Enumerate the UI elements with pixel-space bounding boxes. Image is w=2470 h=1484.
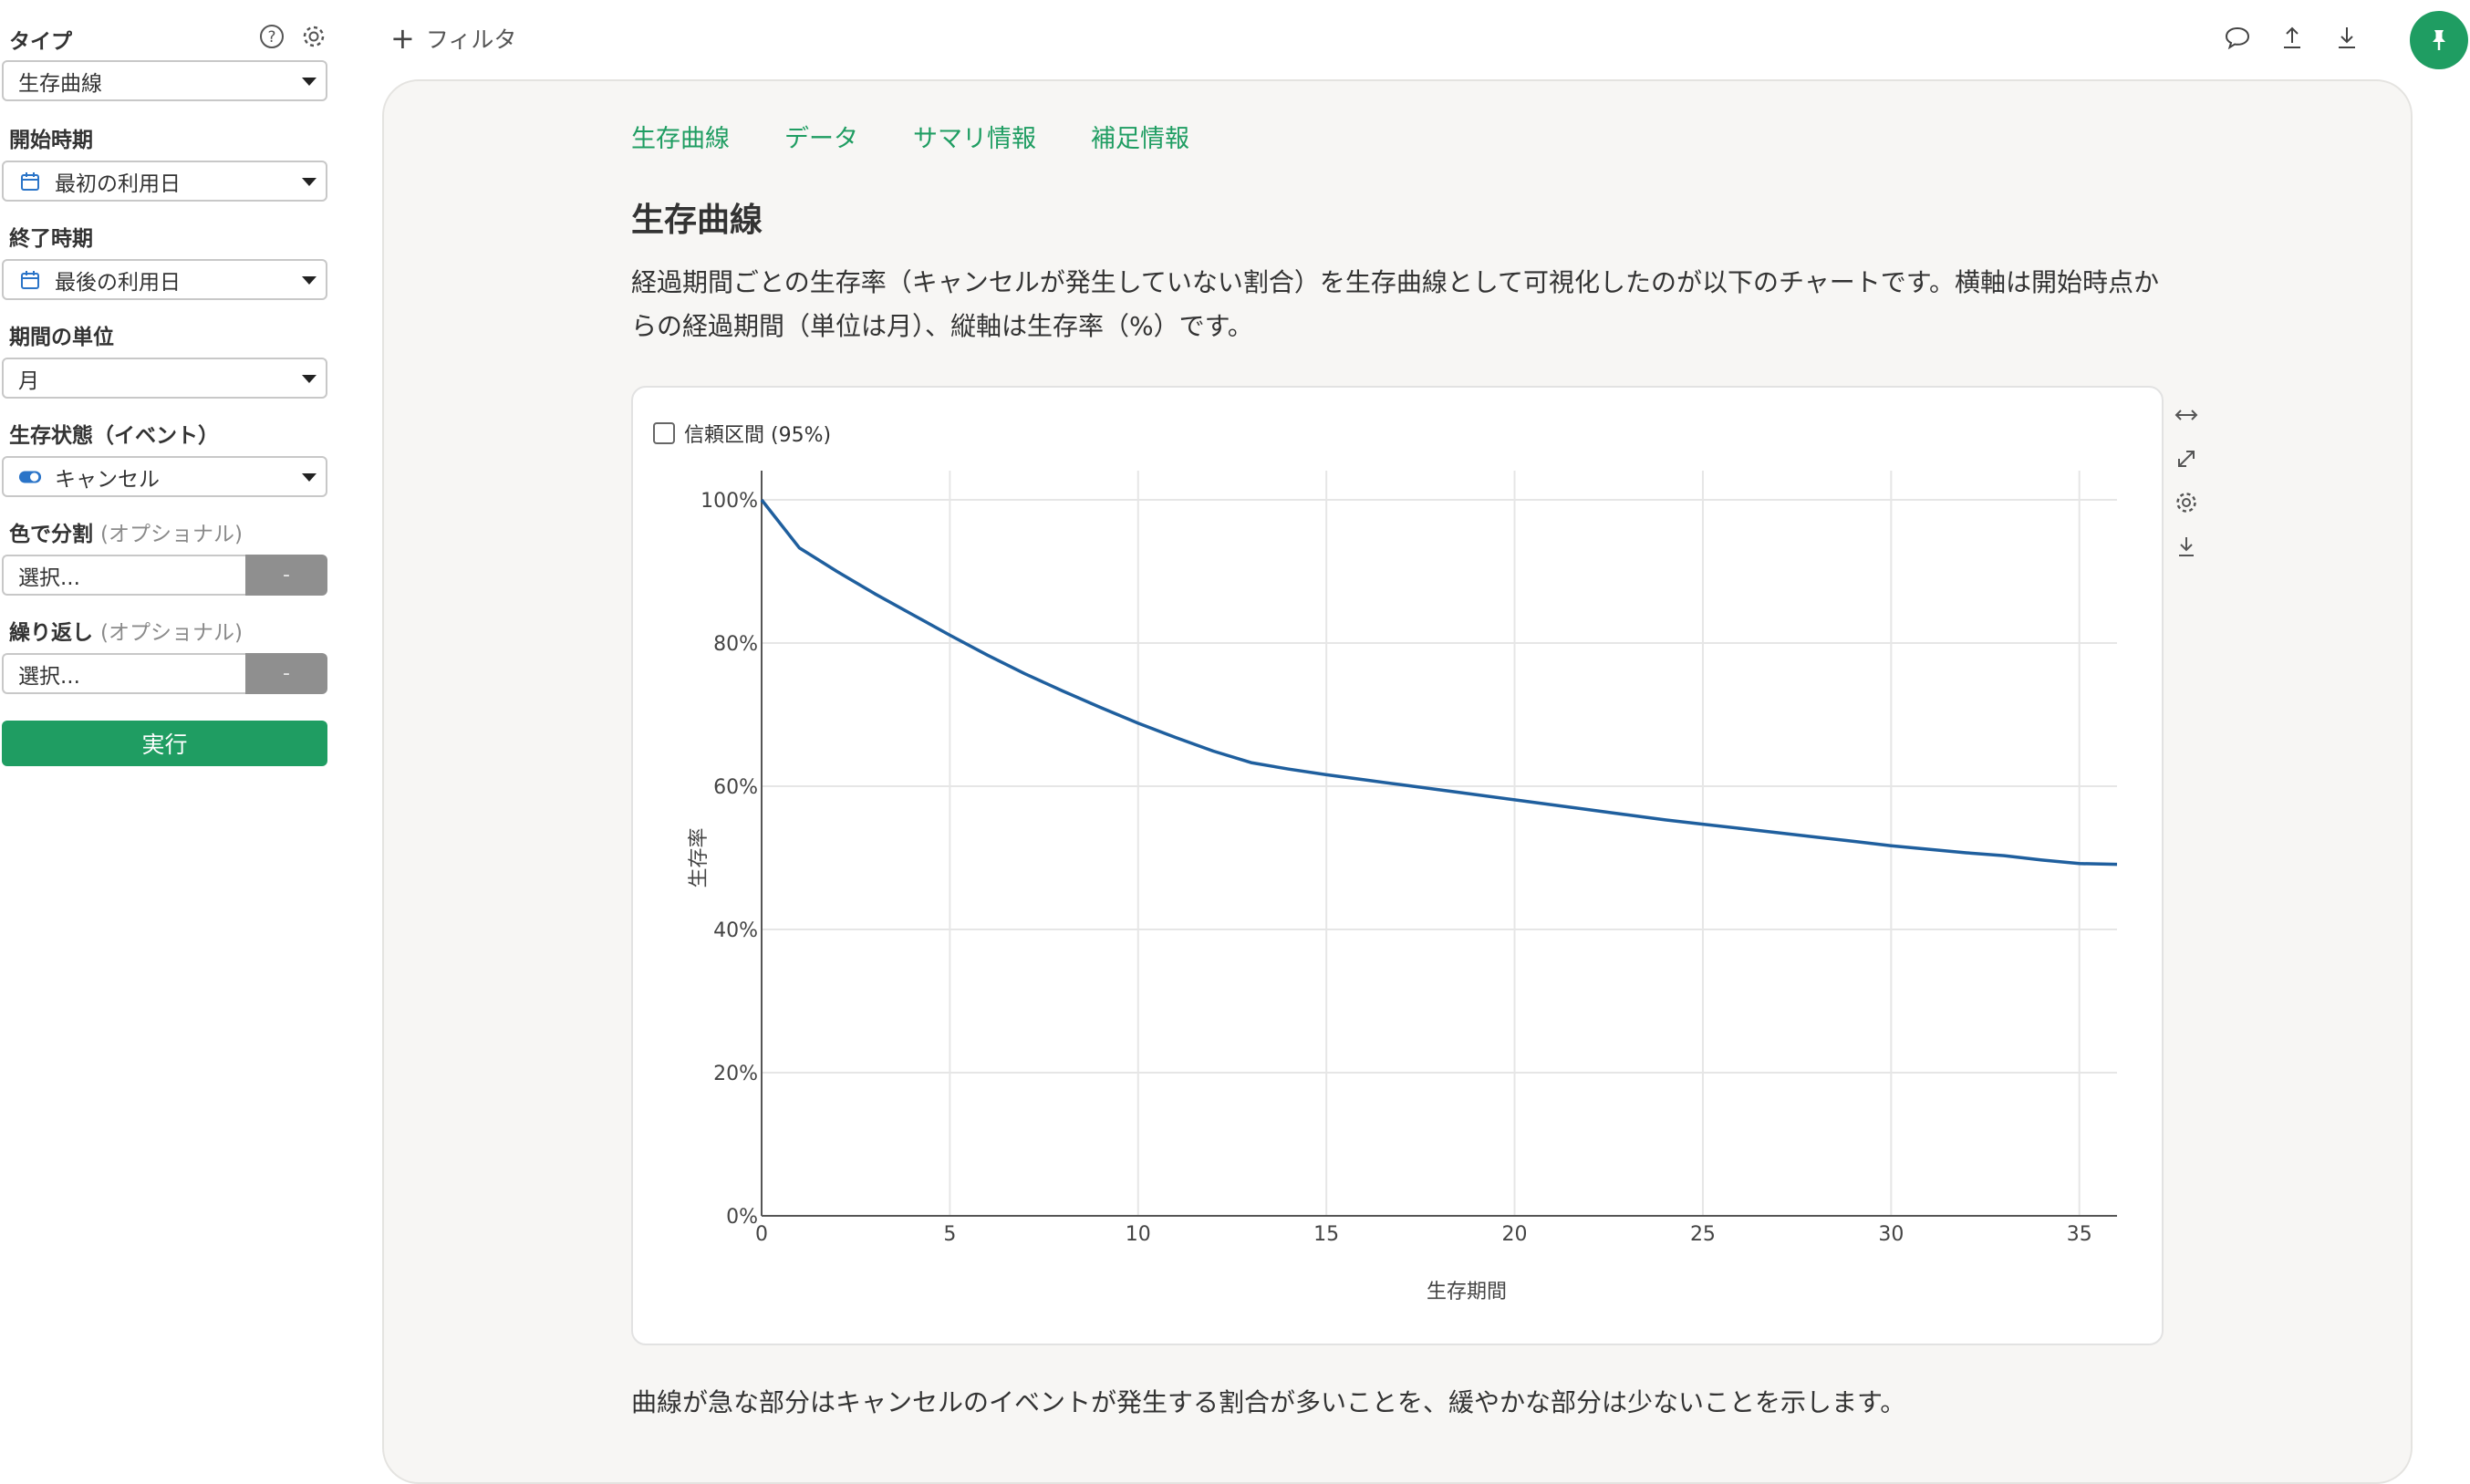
survival-series-line	[760, 498, 2118, 867]
tab-bar: 生存曲線 データ サマリ情報 補足情報	[631, 119, 1189, 154]
end-label: 終了時期	[9, 227, 93, 251]
tab-summary[interactable]: サマリ情報	[913, 119, 1036, 154]
color-split-clear-button[interactable]: -	[245, 555, 327, 596]
x-tick-label: 5	[943, 1223, 956, 1246]
unit-select-value: 月	[18, 368, 39, 393]
tab-data[interactable]: データ	[784, 119, 858, 154]
y-tick-label: 80%	[713, 633, 758, 656]
unit-select[interactable]: 月	[2, 358, 327, 399]
color-split-label: 色で分割 (オプショナル)	[9, 516, 243, 547]
gear-icon[interactable]	[2171, 489, 2202, 516]
comment-icon[interactable]	[2222, 22, 2253, 53]
fullscreen-icon[interactable]	[2171, 445, 2202, 472]
start-label: 開始時期	[9, 129, 93, 152]
x-axis-title: 生存期間	[1427, 1281, 1507, 1303]
y-tick-label: 60%	[713, 776, 758, 799]
event-select-value: キャンセル	[55, 467, 160, 492]
color-split-optional: (オプショナル)	[100, 523, 243, 546]
x-tick-label: 30	[1878, 1223, 1904, 1246]
repeat-clear-button[interactable]: -	[245, 653, 327, 694]
color-split-select: 選択... -	[2, 555, 327, 596]
sidebar: タイプ ? 生存曲線 開始時期 最初の利用日 終了時期 最後の利用日 期間の単位…	[0, 0, 347, 1441]
unit-label: 期間の単位	[9, 326, 114, 349]
repeat-optional: (オプショナル)	[100, 621, 243, 645]
footer-note: 曲線が急な部分はキャンセルのイベントが発生する割合が多いことを、緩やかな部分は少…	[631, 1387, 1906, 1417]
end-select[interactable]: 最後の利用日	[2, 259, 327, 300]
type-select[interactable]: 生存曲線	[2, 60, 327, 101]
filter-label: フィルタ	[425, 26, 517, 53]
calendar-icon	[18, 170, 42, 193]
event-label: 生存状態（イベント）	[9, 424, 219, 448]
x-tick-label: 35	[2067, 1223, 2092, 1246]
color-split-input[interactable]: 選択...	[2, 555, 245, 596]
repeat-select: 選択... -	[2, 653, 327, 694]
chart-description: 経過期間ごとの生存率（キャンセルが発生していない割合）を生存曲線として可視化した…	[631, 267, 2159, 341]
type-select-value: 生存曲線	[18, 71, 102, 96]
run-button[interactable]: 実行	[2, 721, 327, 766]
end-select-value: 最後の利用日	[55, 270, 181, 295]
download-icon[interactable]	[2171, 533, 2202, 560]
type-label: タイプ	[9, 30, 72, 54]
survival-chart: 0 5 10 15 20 25 30 350%20%40%60%80%100%生存期間生存率	[688, 471, 2118, 1303]
repeat-label-text: 繰り返し	[9, 621, 93, 645]
tab-survival-curve[interactable]: 生存曲線	[631, 119, 730, 154]
add-filter-button[interactable]: + フィルタ	[390, 22, 516, 55]
tab-supplement[interactable]: 補足情報	[1091, 119, 1189, 154]
x-tick-label: 10	[1126, 1223, 1151, 1246]
toggle-icon	[18, 465, 42, 489]
y-tick-label: 100%	[701, 490, 758, 513]
svg-text:?: ?	[267, 28, 275, 47]
y-tick-label: 20%	[713, 1063, 758, 1085]
repeat-input[interactable]: 選択...	[2, 653, 245, 694]
pin-button[interactable]	[2410, 11, 2468, 69]
event-select[interactable]: キャンセル	[2, 456, 327, 497]
calendar-icon	[18, 268, 42, 292]
x-tick-label: 15	[1313, 1223, 1339, 1246]
expand-horizontal-icon[interactable]	[2171, 401, 2202, 429]
top-actions	[2222, 22, 2362, 53]
type-label-icons: ?	[257, 22, 328, 51]
chevron-down-icon	[302, 375, 317, 383]
x-tick-label: 20	[1502, 1223, 1528, 1246]
section-title: 生存曲線	[631, 202, 763, 239]
chart-card: 信頼区間 (95%) 0 5 10 15 20 25 30 35 0% 20% 40% 60% 80% 1…	[631, 386, 2164, 1345]
chevron-down-icon	[302, 473, 317, 482]
x-tick-label: 25	[1690, 1223, 1716, 1246]
help-icon[interactable]: ?	[257, 22, 286, 51]
chevron-down-icon	[302, 78, 317, 86]
start-select[interactable]: 最初の利用日	[2, 161, 327, 202]
pin-icon	[2433, 30, 2445, 50]
chevron-down-icon	[302, 178, 317, 186]
y-tick-label: 40%	[713, 919, 758, 942]
y-tick-label: 0%	[726, 1206, 758, 1229]
upload-icon[interactable]	[2277, 22, 2308, 53]
y-axis-title: 生存率	[688, 827, 711, 887]
start-select-value: 最初の利用日	[55, 171, 181, 196]
chevron-down-icon	[302, 276, 317, 285]
color-split-label-text: 色で分割	[9, 523, 93, 546]
gear-icon[interactable]	[299, 22, 328, 51]
repeat-label: 繰り返し (オプショナル)	[9, 615, 243, 646]
chart-tools	[2171, 401, 2202, 560]
plus-icon: +	[390, 21, 415, 56]
download-icon[interactable]	[2331, 22, 2362, 53]
